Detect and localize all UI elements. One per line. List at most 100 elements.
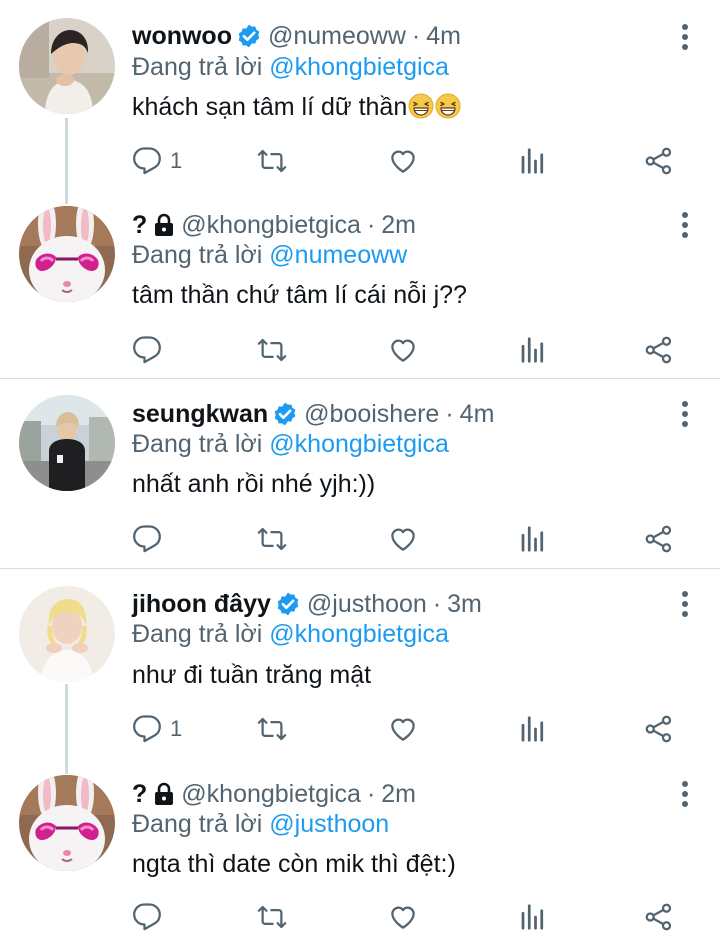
heart-icon <box>388 524 418 554</box>
share-icon <box>644 902 674 932</box>
share-icon <box>644 714 674 744</box>
timestamp[interactable]: 3m <box>447 590 482 619</box>
avatar[interactable] <box>19 775 115 871</box>
tweet[interactable]: jihoon đâyy @justhoon · 3m Đang trả lời … <box>0 569 720 759</box>
tweet[interactable]: wonwoo @numeoww · 4m Đang trả lời @khong… <box>0 0 720 190</box>
share-button[interactable] <box>644 519 674 559</box>
replying-to-label: Đang trả lời <box>132 620 263 648</box>
reply-button[interactable] <box>132 519 170 559</box>
reply-icon <box>132 902 162 932</box>
user-handle[interactable]: @justhoon <box>307 590 427 619</box>
action-bar <box>132 519 692 559</box>
display-name[interactable]: jihoon đâyy <box>132 590 271 619</box>
more-options-icon[interactable] <box>680 22 690 52</box>
heart-icon <box>388 714 418 744</box>
like-button[interactable] <box>388 330 418 370</box>
action-bar <box>132 330 692 370</box>
display-name[interactable]: wonwoo <box>132 22 232 51</box>
retweet-button[interactable] <box>257 330 287 370</box>
more-options-icon[interactable] <box>680 210 690 240</box>
tweet[interactable]: ? @khongbietgica · 2m Đang trả lời @nume… <box>0 190 720 380</box>
replying-to: Đang trả lời @khongbietgica <box>132 620 449 649</box>
user-handle[interactable]: @khongbietgica <box>181 780 361 809</box>
reply-button[interactable]: 1 <box>132 141 182 181</box>
retweet-button[interactable] <box>257 141 287 181</box>
grinning-squinting-face-icon <box>408 93 434 119</box>
more-options-icon[interactable] <box>680 779 690 809</box>
views-button[interactable] <box>518 330 548 370</box>
retweet-button[interactable] <box>257 709 287 749</box>
grinning-squinting-face-icon <box>435 93 461 119</box>
separator-dot: · <box>432 589 442 618</box>
like-button[interactable] <box>388 897 418 937</box>
timestamp[interactable]: 4m <box>426 22 461 51</box>
reply-button[interactable] <box>132 897 170 937</box>
share-button[interactable] <box>644 141 674 181</box>
reply-button[interactable] <box>132 330 170 370</box>
verified-badge-icon <box>236 23 262 49</box>
timestamp[interactable]: 2m <box>381 780 416 809</box>
replying-to-label: Đang trả lời <box>132 241 263 269</box>
mention-link[interactable]: @khongbietgica <box>269 53 449 81</box>
retweet-button[interactable] <box>257 519 287 559</box>
lock-icon <box>153 782 175 806</box>
reply-count: 1 <box>170 716 183 741</box>
tweet-text: như đi tuần trăng mật <box>132 661 372 689</box>
share-icon <box>644 524 674 554</box>
more-options-icon[interactable] <box>680 589 690 619</box>
separator-dot: · <box>366 779 376 808</box>
avatar[interactable] <box>19 18 115 114</box>
views-button[interactable] <box>518 709 548 749</box>
like-button[interactable] <box>388 709 418 749</box>
views-button[interactable] <box>518 897 548 937</box>
mention-link[interactable]: @numeoww <box>269 241 407 269</box>
like-button[interactable] <box>388 141 418 181</box>
retweet-icon <box>257 146 287 176</box>
share-button[interactable] <box>644 709 674 749</box>
mention-link[interactable]: @khongbietgica <box>269 620 449 648</box>
like-button[interactable] <box>388 519 418 559</box>
share-button[interactable] <box>644 330 674 370</box>
verified-badge-icon <box>272 401 298 427</box>
retweet-icon <box>257 335 287 365</box>
tweet-text: khách sạn tâm lí dữ thần <box>132 93 461 122</box>
timestamp[interactable]: 2m <box>381 211 416 240</box>
reply-count: 1 <box>170 148 183 173</box>
replying-to: Đang trả lời @numeoww <box>132 241 407 270</box>
reply-button[interactable]: 1 <box>132 709 182 749</box>
share-button[interactable] <box>644 897 674 937</box>
reply-icon <box>132 524 162 554</box>
mention-link[interactable]: @justhoon <box>269 810 389 838</box>
share-icon <box>644 146 674 176</box>
avatar[interactable] <box>19 395 115 491</box>
replying-to-label: Đang trả lời <box>132 53 263 81</box>
reply-icon <box>132 146 162 176</box>
mention-link[interactable]: @khongbietgica <box>269 430 449 458</box>
views-button[interactable] <box>518 519 548 559</box>
replying-to: Đang trả lời @khongbietgica <box>132 430 449 459</box>
display-name[interactable]: ? <box>132 780 147 809</box>
tweet-text-content: khách sạn tâm lí dữ thần <box>132 93 408 121</box>
display-name[interactable]: seungkwan <box>132 400 268 429</box>
views-button[interactable] <box>518 141 548 181</box>
avatar[interactable] <box>19 586 115 682</box>
more-options-icon[interactable] <box>680 399 690 429</box>
user-handle[interactable]: @khongbietgica <box>181 211 361 240</box>
separator-dot: · <box>445 399 454 428</box>
retweet-button[interactable] <box>257 897 287 937</box>
action-bar <box>132 897 692 937</box>
retweet-icon <box>257 524 287 554</box>
views-bar-icon <box>518 146 548 176</box>
lock-icon <box>153 213 175 237</box>
user-handle[interactable]: @numeoww <box>268 22 406 51</box>
timestamp[interactable]: 4m <box>460 400 495 429</box>
tweet[interactable]: ? @khongbietgica · 2m Đang trả lời @just… <box>0 759 720 945</box>
avatar[interactable] <box>19 206 115 302</box>
user-handle[interactable]: @booishere <box>304 400 439 429</box>
retweet-icon <box>257 714 287 744</box>
tweet-text: ngta thì date còn mik thì đệt:) <box>132 850 456 878</box>
replying-to: Đang trả lời @justhoon <box>132 810 389 839</box>
display-name[interactable]: ? <box>132 211 147 240</box>
action-bar: 1 <box>132 709 692 749</box>
tweet[interactable]: seungkwan @booishere · 4m Đang trả lời @… <box>0 379 720 569</box>
